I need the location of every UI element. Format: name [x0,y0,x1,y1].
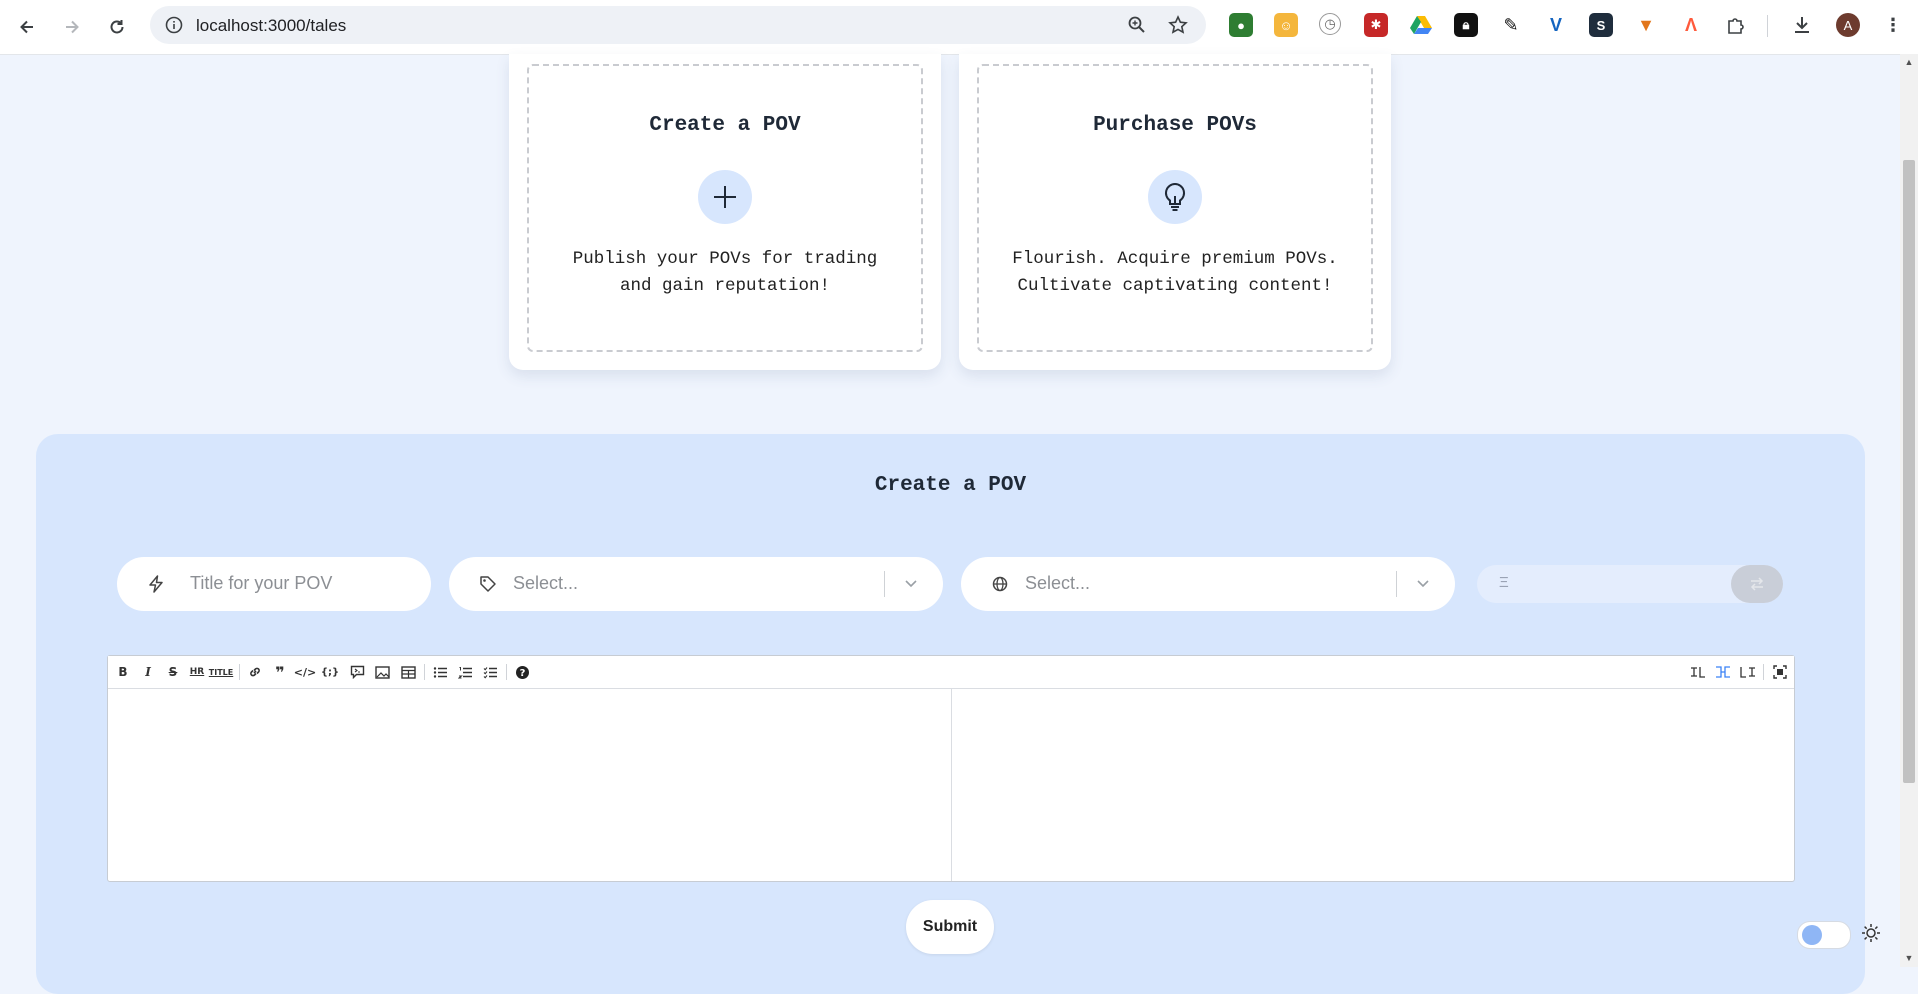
checklist-icon[interactable] [481,663,499,681]
toolbar-separator [424,664,425,680]
extension-s-icon[interactable]: S [1589,13,1613,37]
extension-eyedropper-icon[interactable]: ✎ [1499,13,1523,37]
extension-metamask-icon[interactable]: ▼ [1634,13,1658,37]
price-input[interactable]: Ξ [1477,565,1783,603]
extension-a-icon[interactable]: Ʌ [1679,13,1703,37]
extension-robot-icon[interactable]: ● [1229,13,1253,37]
bookmark-star-icon[interactable] [1167,14,1189,36]
menu-kebab-icon[interactable]: ⋮ [1881,13,1905,37]
purchase-povs-desc-line2: Cultivate captivating content! [1017,276,1333,296]
unordered-list-icon[interactable] [431,663,449,681]
pov-title-input[interactable]: Title for your POV [117,557,431,611]
toolbar-separator [239,664,240,680]
price-placeholder: Ξ [1499,574,1509,591]
submit-button[interactable]: Submit [906,900,994,954]
tag-select[interactable]: Select... [449,557,943,611]
globe-icon [989,573,1011,595]
swap-currency-button[interactable] [1731,565,1783,603]
fullscreen-icon[interactable] [1771,663,1789,681]
reload-button[interactable] [102,12,132,42]
purchase-povs-card-title: Purchase POVs [1093,114,1257,137]
panel-title: Create a POV [874,474,1027,497]
back-arrow-icon [20,20,33,34]
editor-toolbar: B I S HR TITLE ❞ </> {;} ? [108,656,1794,689]
downloads-icon[interactable] [1790,13,1814,37]
chevron-down-icon[interactable] [900,573,922,595]
browser-toolbar: localhost:3000/tales ● ☺ ◷ ✱ 🔒︎ ✎ V S ▼ … [0,0,1918,55]
extension-v-icon[interactable]: V [1544,13,1568,37]
title-icon[interactable]: TITLE [209,663,233,681]
create-pov-card-description: Publish your POVs for trading and gain r… [529,246,921,300]
sun-icon[interactable] [1860,922,1882,944]
create-pov-card-border: Create a POV Publish your POVs for tradi… [527,64,923,352]
theme-toggle[interactable] [1797,921,1851,949]
theme-toggle-knob [1802,925,1822,945]
language-select-placeholder: Select... [1025,573,1091,593]
page-scrollbar-thumb[interactable] [1903,160,1915,783]
table-icon[interactable] [399,663,417,681]
tag-select-separator [884,571,885,597]
image-icon[interactable] [373,663,391,681]
back-button[interactable] [12,12,42,42]
create-pov-card[interactable]: Create a POV Publish your POVs for tradi… [509,54,941,370]
url-text[interactable]: localhost:3000/tales [196,16,346,36]
chevron-down-icon[interactable] [1412,573,1434,595]
tag-icon [477,573,499,595]
zoom-icon[interactable] [1126,14,1148,36]
link-icon[interactable] [246,663,264,681]
reload-icon [110,20,124,34]
live-view-icon[interactable] [1714,663,1732,681]
site-info-icon[interactable] [164,15,184,40]
purchase-povs-card-border: Purchase POVs Flourish. Acquire premium … [977,64,1373,352]
purchase-povs-desc-line1: Flourish. Acquire premium POVs. [1012,249,1338,269]
create-pov-desc-line1: Publish your POVs for trading [572,249,878,269]
toolbar-divider [1767,15,1768,37]
code-icon[interactable]: </> [294,663,316,681]
comment-icon[interactable] [348,663,366,681]
forward-button[interactable] [57,12,87,42]
editor-input-pane[interactable] [108,689,951,881]
address-bar[interactable]: localhost:3000/tales [150,6,1206,44]
markdown-editor: B I S HR TITLE ❞ </> {;} ? [107,655,1795,882]
toolbar-separator [506,664,507,680]
toolbar-separator [1763,664,1764,680]
profile-avatar[interactable]: A [1836,13,1860,37]
extension-face-icon[interactable]: ☺ [1274,13,1298,37]
create-pov-panel: Create a POV Title for your POV Select..… [36,434,1865,994]
svg-text:?: ? [519,668,525,679]
extension-lock-icon[interactable]: 🔒︎ [1454,13,1478,37]
preview-view-icon[interactable] [1739,663,1757,681]
purchase-povs-card[interactable]: Purchase POVs Flourish. Acquire premium … [959,54,1391,370]
extensions-puzzle-icon[interactable] [1724,13,1748,37]
plus-icon [698,170,752,224]
extension-clock-icon[interactable]: ◷ [1319,13,1341,35]
purchase-povs-card-description: Flourish. Acquire premium POVs. Cultivat… [979,246,1371,300]
code-block-icon[interactable]: {;} [321,663,339,681]
horizontal-rule-icon[interactable]: HR [188,663,206,681]
ordered-list-icon[interactable] [456,663,474,681]
quote-icon[interactable]: ❞ [271,663,289,682]
bold-icon[interactable]: B [114,663,132,681]
tag-select-placeholder: Select... [513,573,579,593]
language-select-separator [1396,571,1397,597]
scroll-down-arrow-icon[interactable]: ▼ [1903,953,1915,963]
extension-red-icon[interactable]: ✱ [1364,13,1388,37]
extension-drive-icon[interactable] [1409,13,1433,37]
create-pov-desc-line2: and gain reputation! [619,276,831,296]
create-pov-card-title: Create a POV [649,114,801,137]
pov-title-placeholder: Title for your POV [190,573,333,593]
edit-only-view-icon[interactable] [1689,663,1707,681]
scroll-up-arrow-icon[interactable]: ▲ [1903,57,1915,67]
lightning-icon [145,573,167,595]
editor-preview-pane [952,689,1794,881]
italic-icon[interactable]: I [139,663,157,681]
lightbulb-icon [1148,170,1202,224]
forward-arrow-icon [66,20,79,34]
swap-arrows-icon [1750,577,1764,591]
help-icon[interactable]: ? [513,663,531,681]
language-select[interactable]: Select... [961,557,1455,611]
strikethrough-icon[interactable]: S [164,663,182,681]
